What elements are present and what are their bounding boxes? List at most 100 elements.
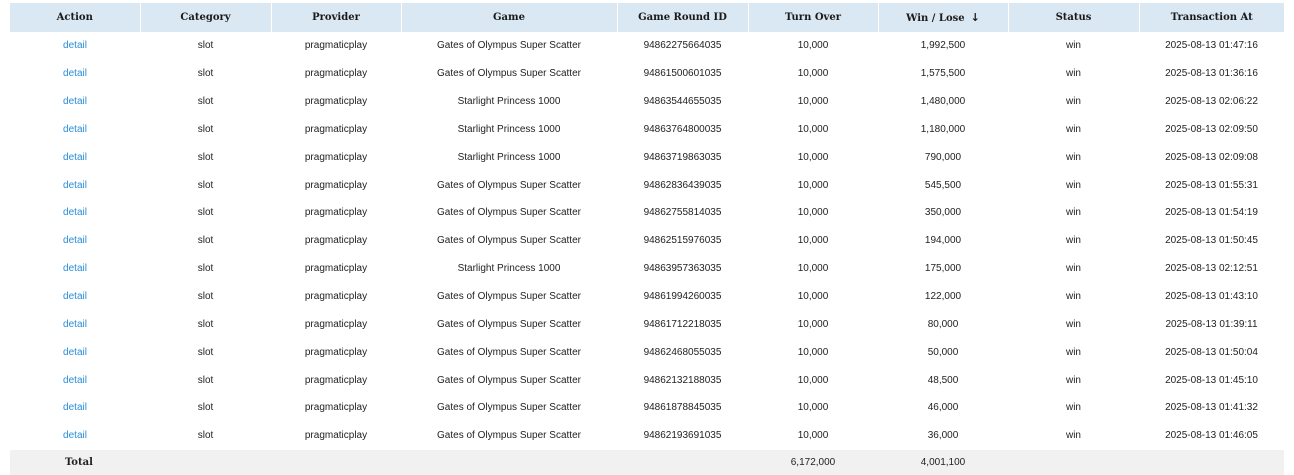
detail-link[interactable]: detail xyxy=(63,375,87,386)
table-body: detail slot pragmaticplay Gates of Olympus … xyxy=(10,32,1284,450)
winlose-cell: 1,480,000 xyxy=(920,96,966,108)
detail-link[interactable]: detail xyxy=(63,263,87,274)
winlose-cell: 194,000 xyxy=(924,235,962,247)
game-cell: Gates of Olympus Super Scatter xyxy=(437,430,581,442)
column-header-round-id[interactable]: Game Round ID xyxy=(617,3,749,32)
turnover-cell: 10,000 xyxy=(797,430,829,442)
detail-link[interactable]: detail xyxy=(63,68,87,79)
transaction-at-cell: 2025-08-13 01:43:10 xyxy=(1165,291,1258,303)
round-id-cell: 94861712218035 xyxy=(643,318,722,330)
turnover-cell: 10,000 xyxy=(797,151,829,163)
column-header-game[interactable]: Game xyxy=(401,3,618,32)
column-header-turnover[interactable]: Turn Over xyxy=(748,3,879,32)
round-id-cell: 94862836439035 xyxy=(643,179,722,191)
action-cell: detail xyxy=(10,338,140,366)
provider-cell: pragmaticplay xyxy=(304,123,368,135)
action-cell: detail xyxy=(10,88,140,116)
provider-cell: pragmaticplay xyxy=(304,207,368,219)
winlose-cell: 545,500 xyxy=(924,179,962,191)
column-header-label: Game Round ID xyxy=(638,12,727,23)
arrow-down-icon[interactable]: ↓ xyxy=(971,11,980,24)
turnover-cell: 10,000 xyxy=(797,374,829,386)
column-header-category[interactable]: Category xyxy=(140,3,272,32)
table-row: detail slot pragmaticplay Gates of Olympus … xyxy=(10,422,1284,450)
winlose-cell: 790,000 xyxy=(924,151,962,163)
transaction-at-cell: 2025-08-13 02:09:08 xyxy=(1165,151,1258,163)
category-cell: slot xyxy=(197,318,214,330)
winlose-cell: 1,575,500 xyxy=(920,68,966,80)
category-cell: slot xyxy=(197,263,214,275)
action-cell: detail xyxy=(10,171,140,199)
column-header-label: Win / Lose xyxy=(906,13,965,24)
game-cell: Starlight Princess 1000 xyxy=(457,96,561,108)
transactions-table: Action Category Provider Game Game Round… xyxy=(10,3,1284,475)
total-cell-empty xyxy=(401,449,617,475)
transaction-at-cell: 2025-08-13 01:54:19 xyxy=(1165,207,1258,219)
round-id-cell: 94863764800035 xyxy=(643,123,722,135)
status-cell: win xyxy=(1065,235,1081,247)
column-header-transaction-at[interactable]: Transaction At xyxy=(1139,3,1284,32)
transaction-at-cell: 2025-08-13 01:45:10 xyxy=(1165,374,1258,386)
provider-cell: pragmaticplay xyxy=(304,68,368,80)
table-row: detail slot pragmaticplay Gates of Olympus … xyxy=(10,338,1284,366)
winlose-cell: 1,992,500 xyxy=(920,40,966,52)
game-cell: Gates of Olympus Super Scatter xyxy=(437,318,581,330)
category-cell: slot xyxy=(197,235,214,247)
column-header-label: Action xyxy=(56,12,93,23)
round-id-cell: 94862275664035 xyxy=(643,40,722,52)
total-cell-empty xyxy=(617,449,748,475)
status-cell: win xyxy=(1065,123,1081,135)
table-row: detail slot pragmaticplay Gates of Olympus … xyxy=(10,310,1284,338)
turnover-cell: 10,000 xyxy=(797,179,829,191)
table-row: detail slot pragmaticplay Gates of Olympus … xyxy=(10,199,1284,227)
round-id-cell: 94863719863035 xyxy=(643,151,722,163)
detail-link[interactable]: detail xyxy=(63,402,87,413)
round-id-cell: 94861994260035 xyxy=(643,291,722,303)
provider-cell: pragmaticplay xyxy=(304,374,368,386)
total-row: Total 6,172,000 4,001,100 xyxy=(10,449,1284,475)
detail-link[interactable]: detail xyxy=(63,40,87,51)
column-header-label: Game xyxy=(493,12,525,23)
column-header-label: Status xyxy=(1055,12,1092,23)
table-row: detail slot pragmaticplay Gates of Olympus … xyxy=(10,366,1284,394)
detail-link[interactable]: detail xyxy=(63,430,87,441)
detail-link[interactable]: detail xyxy=(63,207,87,218)
action-cell: detail xyxy=(10,143,140,171)
winlose-cell: 36,000 xyxy=(927,430,959,442)
detail-link[interactable]: detail xyxy=(63,124,87,135)
action-cell: detail xyxy=(10,283,140,311)
status-cell: win xyxy=(1065,151,1081,163)
action-cell: detail xyxy=(10,394,140,422)
action-cell: detail xyxy=(10,32,140,60)
detail-link[interactable]: detail xyxy=(63,291,87,302)
game-cell: Gates of Olympus Super Scatter xyxy=(437,207,581,219)
round-id-cell: 94862132188035 xyxy=(643,374,722,386)
detail-link[interactable]: detail xyxy=(63,152,87,163)
game-cell: Starlight Princess 1000 xyxy=(457,123,561,135)
detail-link[interactable]: detail xyxy=(63,235,87,246)
turnover-cell: 10,000 xyxy=(797,207,829,219)
detail-link[interactable]: detail xyxy=(63,96,87,107)
detail-link[interactable]: detail xyxy=(63,347,87,358)
status-cell: win xyxy=(1065,68,1081,80)
detail-link[interactable]: detail xyxy=(63,180,87,191)
transaction-at-cell: 2025-08-13 02:12:51 xyxy=(1165,263,1258,275)
table-row: detail slot pragmaticplay Gates of Olympus … xyxy=(10,171,1284,199)
round-id-cell: 94861500601035 xyxy=(643,68,722,80)
column-header-winlose[interactable]: Win / Lose ↓ xyxy=(878,3,1009,32)
column-header-provider[interactable]: Provider xyxy=(271,3,402,32)
table-row: detail slot pragmaticplay Starlight Princes… xyxy=(10,88,1284,116)
action-cell: detail xyxy=(10,422,140,450)
column-header-status[interactable]: Status xyxy=(1008,3,1140,32)
winlose-cell: 122,000 xyxy=(924,291,962,303)
total-turnover: 6,172,000 xyxy=(748,449,878,475)
detail-link[interactable]: detail xyxy=(63,319,87,330)
turnover-cell: 10,000 xyxy=(797,263,829,275)
table-row: detail slot pragmaticplay Starlight Princes… xyxy=(10,143,1284,171)
column-header-action[interactable]: Action xyxy=(10,3,141,32)
status-cell: win xyxy=(1065,402,1081,414)
action-cell: detail xyxy=(10,116,140,144)
table-row: detail slot pragmaticplay Gates of Olympus … xyxy=(10,60,1284,88)
status-cell: win xyxy=(1065,318,1081,330)
round-id-cell: 94862468055035 xyxy=(643,346,722,358)
